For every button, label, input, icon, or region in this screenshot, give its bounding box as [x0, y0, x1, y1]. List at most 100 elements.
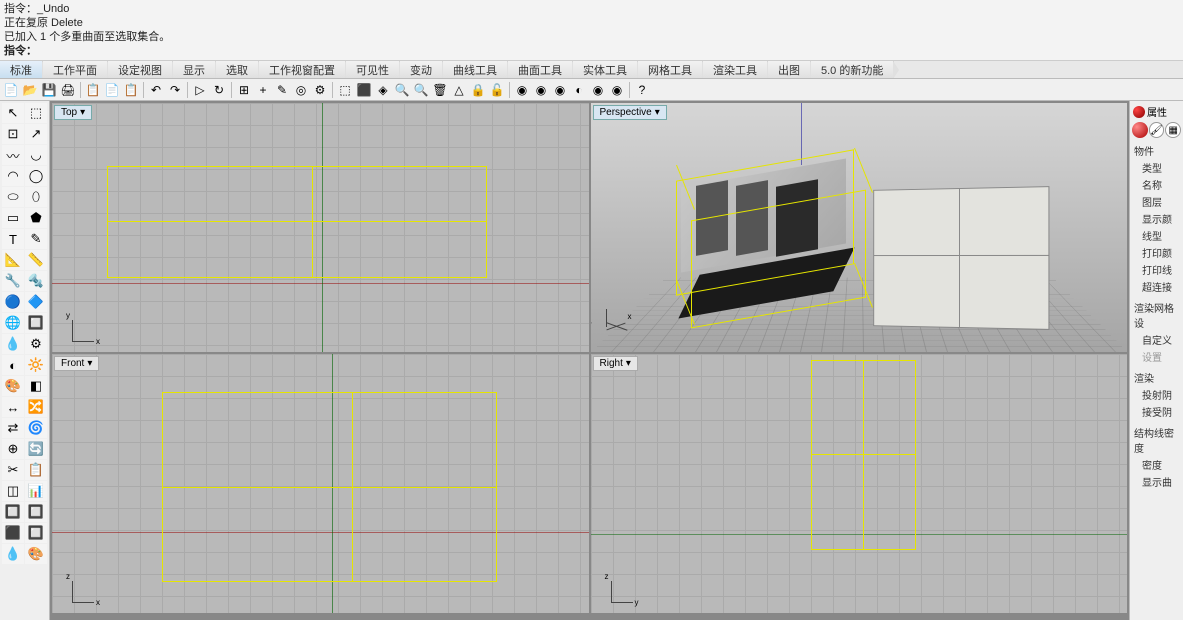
tool-button-35[interactable]: 📋	[25, 460, 47, 480]
tab-10[interactable]: 实体工具	[573, 61, 638, 78]
tool-button-29[interactable]: 🔀	[25, 397, 47, 417]
texture-icon[interactable]: ▦	[1165, 122, 1181, 138]
tool-button-11[interactable]: ⬟	[25, 208, 47, 228]
tool-button-27[interactable]: ◧	[25, 376, 47, 396]
viewport-perspective[interactable]: Perspective ▾ x y	[591, 103, 1128, 352]
toolbar-button-22[interactable]: ⬛	[355, 81, 373, 99]
property-field-6[interactable]: 打印线	[1132, 261, 1181, 278]
tool-button-25[interactable]: 🔆	[25, 355, 47, 375]
property-field-7[interactable]: 超连接	[1132, 278, 1181, 295]
tool-button-13[interactable]: ✎	[25, 229, 47, 249]
toolbar-button-19[interactable]: ⚙	[311, 81, 329, 99]
viewport-title-perspective[interactable]: Perspective ▾	[593, 105, 667, 120]
viewport-top[interactable]: Top ▾ x y	[52, 103, 589, 352]
iso-field-1[interactable]: 显示曲	[1132, 473, 1181, 490]
tool-button-40[interactable]: ⬛	[2, 523, 24, 543]
toolbar-button-24[interactable]: 🔍	[393, 81, 411, 99]
mesh-field-0[interactable]: 自定义	[1132, 331, 1181, 348]
toolbar-button-9[interactable]: ↶	[147, 81, 165, 99]
toolbar-button-12[interactable]: ▷	[191, 81, 209, 99]
tool-button-5[interactable]: ◡	[25, 145, 47, 165]
tool-button-43[interactable]: 🎨	[25, 544, 47, 564]
property-field-4[interactable]: 线型	[1132, 227, 1181, 244]
toolbar-button-29[interactable]: 🔓	[488, 81, 506, 99]
tab-12[interactable]: 渲染工具	[703, 61, 768, 78]
tool-button-6[interactable]: ◠	[2, 166, 24, 186]
tool-button-31[interactable]: 🌀	[25, 418, 47, 438]
tool-button-41[interactable]: 🔲	[25, 523, 47, 543]
toolbar-button-7[interactable]: 📋	[122, 81, 140, 99]
toolbar-button-27[interactable]: △	[450, 81, 468, 99]
tab-8[interactable]: 曲线工具	[443, 61, 508, 78]
toolbar-button-18[interactable]: ◎	[292, 81, 310, 99]
tool-button-15[interactable]: 📏	[25, 250, 47, 270]
viewport-title-top[interactable]: Top ▾	[54, 105, 92, 120]
tool-button-3[interactable]: ↗	[25, 124, 47, 144]
tool-button-32[interactable]: ⊕	[2, 439, 24, 459]
toolbar-button-5[interactable]: 📋	[84, 81, 102, 99]
tool-button-10[interactable]: ▭	[2, 208, 24, 228]
tool-button-28[interactable]: ↔	[2, 397, 24, 417]
tab-13[interactable]: 出图	[768, 61, 811, 78]
toolbar-button-36[interactable]: ◉	[608, 81, 626, 99]
toolbar-button-28[interactable]: 🔒	[469, 81, 487, 99]
toolbar-button-38[interactable]: ?	[633, 81, 651, 99]
tab-7[interactable]: 变动	[400, 61, 443, 78]
tool-button-7[interactable]: ◯	[25, 166, 47, 186]
toolbar-button-6[interactable]: 📄	[103, 81, 121, 99]
tool-button-24[interactable]: ◐	[2, 355, 24, 375]
property-field-1[interactable]: 名称	[1132, 176, 1181, 193]
toolbar-button-15[interactable]: ⊞	[235, 81, 253, 99]
tool-button-0[interactable]: ↖	[2, 103, 24, 123]
tab-9[interactable]: 曲面工具	[508, 61, 573, 78]
tool-button-1[interactable]: ⬚	[25, 103, 47, 123]
tool-button-30[interactable]: ⇄	[2, 418, 24, 438]
viewport-front[interactable]: Front ▾ x z	[52, 354, 589, 613]
object-properties-icon[interactable]	[1132, 122, 1148, 138]
tool-button-34[interactable]: ✂	[2, 460, 24, 480]
tool-button-2[interactable]: ⊡	[2, 124, 24, 144]
toolbar-button-13[interactable]: ↻	[210, 81, 228, 99]
tool-button-36[interactable]: ◫	[2, 481, 24, 501]
toolbar-button-17[interactable]: ✎	[273, 81, 291, 99]
property-field-0[interactable]: 类型	[1132, 159, 1181, 176]
tool-button-8[interactable]: ⬭	[2, 187, 24, 207]
viewport-right[interactable]: Right ▾ y z	[591, 354, 1128, 613]
command-prompt[interactable]: 指令：	[4, 44, 1179, 58]
tab-0[interactable]: 标准	[0, 61, 43, 78]
toolbar-button-23[interactable]: ◈	[374, 81, 392, 99]
tool-button-20[interactable]: 🌐	[2, 313, 24, 333]
tab-11[interactable]: 网格工具	[638, 61, 703, 78]
toolbar-button-33[interactable]: ◉	[551, 81, 569, 99]
toolbar-button-10[interactable]: ↷	[166, 81, 184, 99]
tool-button-26[interactable]: 🎨	[2, 376, 24, 396]
tab-6[interactable]: 可见性	[346, 61, 400, 78]
tab-4[interactable]: 选取	[216, 61, 259, 78]
viewport-title-right[interactable]: Right ▾	[593, 356, 638, 371]
toolbar-button-3[interactable]: 🖨	[59, 81, 77, 99]
toolbar-button-35[interactable]: ◉	[589, 81, 607, 99]
render-field-0[interactable]: 投射阴	[1132, 386, 1181, 403]
tool-button-23[interactable]: ⚙	[25, 334, 47, 354]
tool-button-37[interactable]: 📊	[25, 481, 47, 501]
tool-button-19[interactable]: 🔷	[25, 292, 47, 312]
toolbar-button-25[interactable]: 🔍	[412, 81, 430, 99]
tool-button-18[interactable]: 🔵	[2, 292, 24, 312]
toolbar-button-34[interactable]: ◐	[570, 81, 588, 99]
tab-14[interactable]: 5.0 的新功能	[811, 61, 894, 78]
render-field-1[interactable]: 接受阴	[1132, 403, 1181, 420]
property-field-3[interactable]: 显示颜	[1132, 210, 1181, 227]
toolbar-button-16[interactable]: +	[254, 81, 272, 99]
viewport-title-front[interactable]: Front ▾	[54, 356, 99, 371]
tool-button-17[interactable]: 🔩	[25, 271, 47, 291]
toolbar-button-31[interactable]: ◉	[513, 81, 531, 99]
tool-button-12[interactable]: T	[2, 229, 24, 249]
toolbar-button-1[interactable]: 📂	[21, 81, 39, 99]
material-icon[interactable]: 🖌	[1149, 122, 1165, 138]
toolbar-button-21[interactable]: ⬚	[336, 81, 354, 99]
tool-button-22[interactable]: 💧	[2, 334, 24, 354]
tool-button-16[interactable]: 🔧	[2, 271, 24, 291]
property-field-2[interactable]: 图层	[1132, 193, 1181, 210]
tool-button-4[interactable]: 〰	[2, 145, 24, 165]
tool-button-21[interactable]: 🔲	[25, 313, 47, 333]
